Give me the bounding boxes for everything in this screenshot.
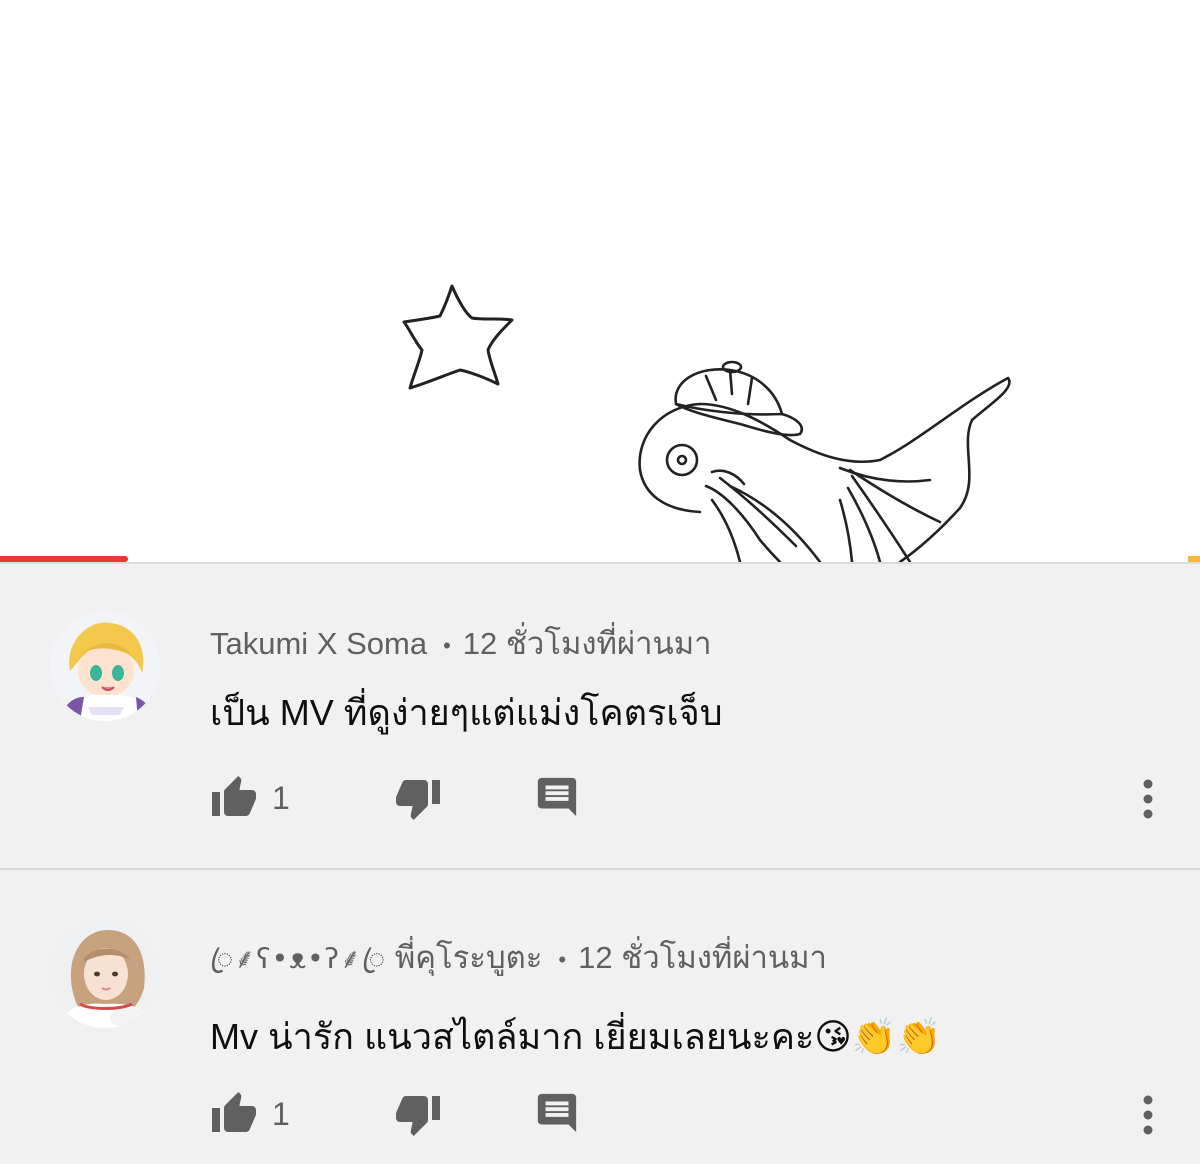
more-vert-icon [1143, 1095, 1153, 1135]
comment-item: Takumi X Soma • 12 ชั่วโมงที่ผ่านมา เป็น M… [0, 564, 1200, 868]
avatar[interactable] [50, 918, 160, 1028]
comment-text: Mv น่ารัก แนวสไตล์มาก เยี่ยมเลยนะคะ😘👏👏 [210, 1016, 942, 1057]
thumb-down-icon [396, 780, 440, 820]
comment-icon [537, 777, 577, 817]
video-frame-illustration [402, 284, 1011, 562]
video-player[interactable] [0, 0, 1200, 562]
comment-icon [537, 1093, 577, 1133]
dislike-button[interactable] [394, 1090, 444, 1140]
meta-separator: • [558, 946, 567, 972]
comment-item: ꦿ⸙ʕ•ᴥ•ʔ⸙ꦿ พี่คุโระบูตะ • 12 ชั่วโมงที่ผ่าน… [0, 870, 1200, 1164]
reply-button[interactable] [534, 1090, 584, 1140]
anime-boy-avatar-icon [50, 611, 160, 721]
like-button[interactable] [210, 1090, 260, 1140]
comment-meta: Takumi X Soma • 12 ชั่วโมงที่ผ่านมา [210, 618, 712, 668]
comment-author[interactable]: Takumi X Soma [210, 626, 427, 661]
author-decoration: ꦿ⸙ʕ•ᴥ•ʔ⸙ꦿ [210, 942, 387, 975]
more-options-button[interactable] [1130, 774, 1166, 824]
thumb-down-icon [396, 1096, 440, 1136]
comment-time: 12 ชั่วโมงที่ผ่านมา [462, 626, 712, 661]
comment-author[interactable]: พี่คุโระบูตะ [395, 940, 543, 975]
reply-button[interactable] [534, 774, 584, 824]
like-count: 1 [272, 780, 290, 816]
dislike-button[interactable] [394, 774, 444, 824]
like-button[interactable] [210, 774, 260, 824]
comment-text: เป็น MV ที่ดูง่ายๆแต่แม่งโคตรเจ็บ [210, 692, 723, 733]
like-count: 1 [272, 1096, 290, 1132]
more-options-button[interactable] [1130, 1090, 1166, 1140]
thumb-up-icon [212, 776, 256, 816]
comment-time: 12 ชั่วโมงที่ผ่านมา [578, 940, 827, 975]
more-vert-icon [1143, 779, 1153, 819]
star-drawing [402, 284, 514, 390]
comment-meta: ꦿ⸙ʕ•ᴥ•ʔ⸙ꦿ พี่คุโระบูตะ • 12 ชั่วโมงที่ผ่าน… [210, 932, 827, 994]
thumb-up-icon [212, 1092, 256, 1132]
avatar[interactable] [50, 611, 160, 721]
fish-drawing [638, 360, 1011, 562]
girl-photo-avatar-icon [50, 918, 160, 1028]
meta-separator: • [443, 632, 451, 658]
